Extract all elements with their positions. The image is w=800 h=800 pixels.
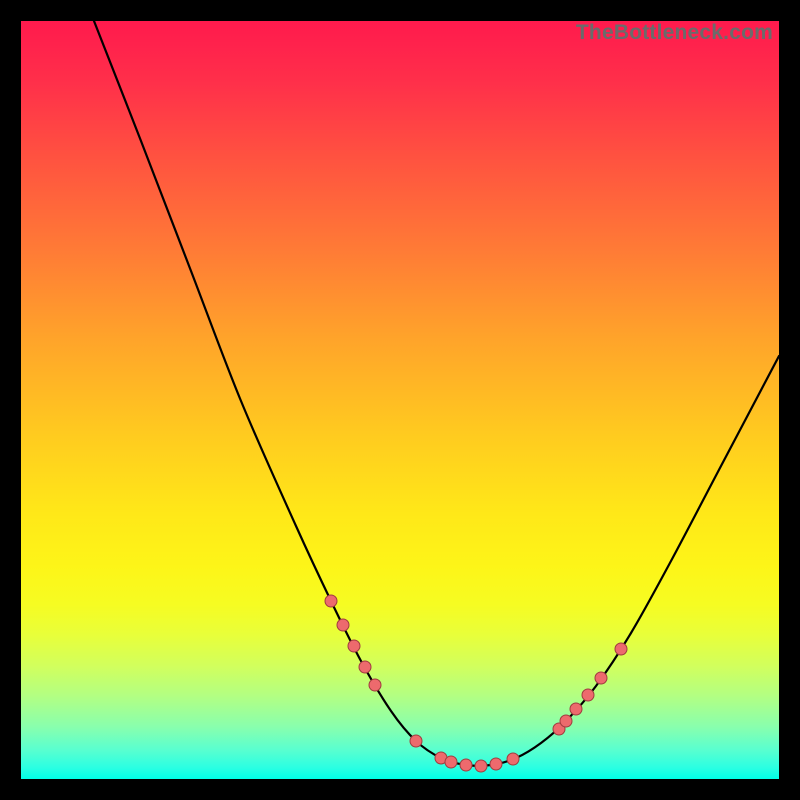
curve-marker [460,759,472,771]
chart-plot-area: TheBottleneck.com [21,21,779,779]
curve-marker [582,689,594,701]
curve-marker [490,758,502,770]
curve-marker [615,643,627,655]
chart-frame: TheBottleneck.com [0,0,800,800]
bottleneck-curve [21,21,779,779]
curve-marker [348,640,360,652]
curve-marker [507,753,519,765]
curve-marker [570,703,582,715]
curve-markers [325,595,627,772]
curve-marker [369,679,381,691]
curve-marker [553,723,565,735]
curve-marker [325,595,337,607]
curve-path [94,21,779,766]
curve-marker [435,752,447,764]
curve-marker [359,661,371,673]
curve-marker [595,672,607,684]
curve-marker [475,760,487,772]
curve-marker [560,715,572,727]
watermark-text: TheBottleneck.com [576,21,773,45]
curve-marker [445,756,457,768]
curve-marker [410,735,422,747]
curve-marker [337,619,349,631]
